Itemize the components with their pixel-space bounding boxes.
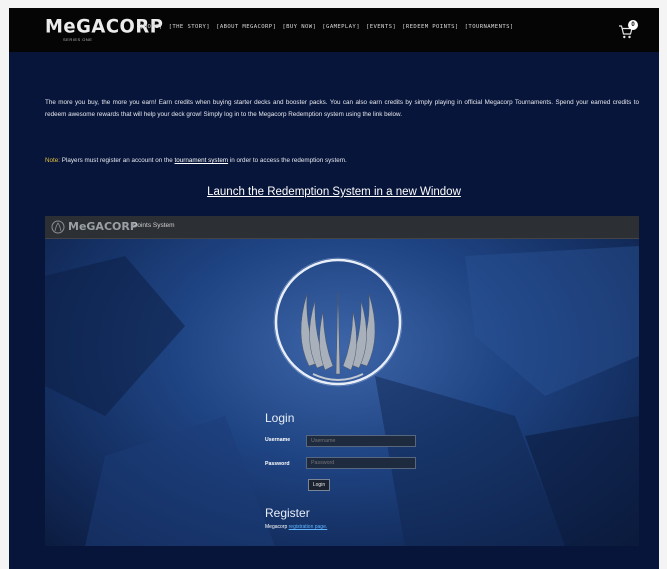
launch-redemption-link[interactable]: Launch the Redemption System in a new Wi…	[9, 186, 659, 198]
note-label: Note:	[45, 157, 61, 164]
register-text: Megacorp registration page.	[265, 524, 327, 530]
laurel-emblem-icon	[273, 257, 403, 387]
register-heading: Register	[265, 506, 310, 520]
login-button[interactable]: Login	[308, 479, 330, 491]
registration-page-link[interactable]: registration page.	[289, 524, 328, 530]
page: MeGACORP SERIES ONE [HOME] [THE STORY] […	[9, 8, 659, 569]
redemption-system-preview[interactable]: MeGACORP Points System Login Username Pa…	[45, 216, 639, 546]
password-input[interactable]	[306, 457, 416, 469]
nav-gameplay[interactable]: [GAMEPLAY]	[322, 24, 360, 30]
nav-about-megacorp[interactable]: [ABOUT MEGACORP]	[216, 24, 276, 30]
note-text-before: Players must register an account on the	[60, 157, 175, 164]
cart-button[interactable]: 0	[618, 20, 640, 40]
top-nav-bar: MeGACORP SERIES ONE [HOME] [THE STORY] […	[9, 8, 659, 52]
nav-redeem-points[interactable]: [REDEEM POINTS]	[402, 24, 459, 30]
logo-subtext: SERIES ONE	[63, 37, 93, 42]
note-text-after: in order to access the redemption system…	[228, 157, 347, 164]
tournament-system-link[interactable]: tournament system	[175, 157, 229, 164]
embed-logo: MeGACORP	[51, 219, 138, 235]
nav-events[interactable]: [EVENTS]	[366, 24, 396, 30]
register-prefix: Megacorp	[265, 524, 289, 530]
note-text: Note: Players must register an account o…	[45, 157, 645, 164]
username-input[interactable]	[306, 435, 416, 447]
embed-header-bar: MeGACORP Points System	[45, 216, 639, 239]
nav-the-story[interactable]: [THE STORY]	[169, 24, 210, 30]
login-heading: Login	[265, 411, 295, 425]
embed-title: Points System	[133, 222, 175, 229]
nav-buy-now[interactable]: [BUY NOW]	[282, 24, 316, 30]
megacorp-logo[interactable]: MeGACORP SERIES ONE	[45, 15, 163, 44]
password-label: Password	[265, 461, 290, 467]
embed-logo-text: MeGACORP	[68, 220, 138, 233]
emblem-icon	[51, 220, 65, 234]
intro-text: The more you buy, the more you earn! Ear…	[45, 99, 639, 118]
nav-home[interactable]: [HOME]	[140, 24, 163, 30]
nav-tournaments[interactable]: [TOURNAMENTS]	[465, 24, 514, 30]
main-nav: [HOME] [THE STORY] [ABOUT MEGACORP] [BUY…	[140, 24, 514, 30]
username-label: Username	[265, 437, 291, 443]
cart-count-badge: 0	[628, 20, 638, 30]
